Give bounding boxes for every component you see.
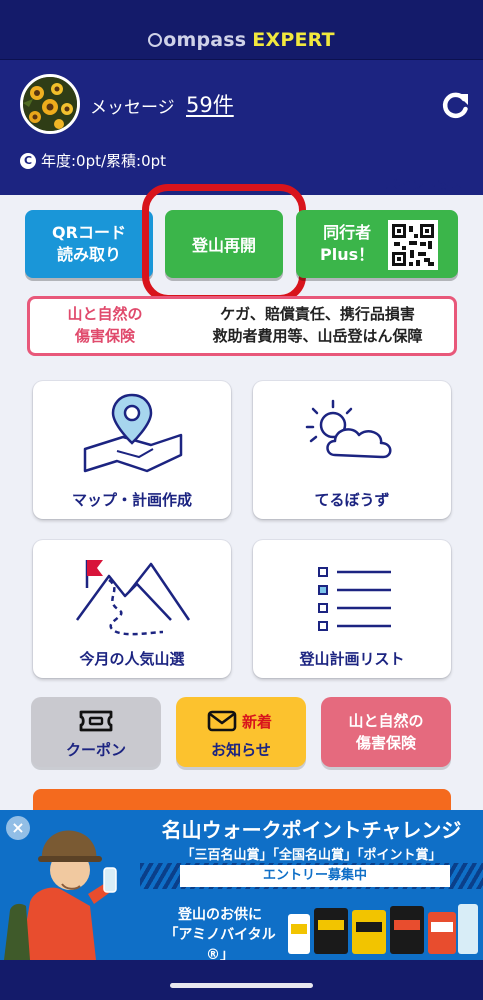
map-plan-tile[interactable]: マップ・計画作成 <box>33 381 231 519</box>
companion-plus-button[interactable]: 同行者 Plus！ <box>296 210 458 278</box>
points-text: 年度:0pt/累積:0pt <box>41 152 167 170</box>
status-bar <box>0 0 483 20</box>
insurance-desc-line-1: ケガ、賠償責任、携行品損害 <box>220 305 415 323</box>
teruboz-label: てるぼうず <box>314 491 390 509</box>
coupon-label: クーポン <box>65 741 126 759</box>
brand-expert-text: EXPERT <box>252 28 335 51</box>
insurance-button-line-1: 山と自然の <box>348 712 424 730</box>
ad-close-icon[interactable]: × <box>6 816 30 840</box>
refresh-icon[interactable] <box>440 90 470 120</box>
coupon-ticket-icon <box>79 710 113 732</box>
teruboz-tile[interactable]: てるぼうず <box>253 381 451 519</box>
notices-label: お知らせ <box>211 741 271 759</box>
points-guide-link[interactable]: ポイント案内 <box>385 175 463 194</box>
brand-compass-text: ompass <box>163 28 247 51</box>
insurance-button-line-2: 傷害保険 <box>355 734 416 752</box>
map-pin-icon <box>83 393 183 473</box>
insurance-title-line-2: 傷害保険 <box>74 327 135 345</box>
avatar-flowers-image <box>23 77 77 131</box>
ad-banner[interactable]: × 名山ウォークポイントチャレンジ 「三百名山賞」「全国名山賞」「ポイント賞」 … <box>0 810 483 960</box>
map-plan-label: マップ・計画作成 <box>71 491 192 509</box>
message-label: メッセージ <box>90 98 175 118</box>
product-lineup-image <box>288 904 478 954</box>
popular-mountains-tile[interactable]: 今月の人気山選 <box>33 540 231 678</box>
weather-cloud-sun-icon <box>305 399 392 459</box>
bottom-safe-area <box>0 960 483 1000</box>
qr-button-label-1: QRコード <box>52 223 126 242</box>
coupon-button[interactable]: クーポン <box>31 697 161 767</box>
ad-title: 名山ウォークポイントチャレンジ <box>161 818 462 842</box>
insurance-desc-line-2: 救助者費用等、山岳登はん保障 <box>212 327 423 345</box>
plan-list-tile[interactable]: 登山計画リスト <box>253 540 451 678</box>
insurance-title-line-1: 山と自然の <box>67 305 143 323</box>
companion-label-1: 同行者 <box>323 223 372 242</box>
insurance-banner[interactable]: 山と自然の 傷害保険 ケガ、賠償責任、携行品損害 救助者費用等、山岳登はん保障 <box>27 296 457 356</box>
qr-code-button[interactable]: QRコード 読み取り <box>25 210 153 278</box>
mail-icon <box>207 710 237 732</box>
qr-code-icon <box>388 220 438 270</box>
avatar[interactable] <box>20 74 80 134</box>
points-c-icon: C <box>20 152 36 169</box>
home-indicator[interactable] <box>170 983 313 988</box>
mountain-flag-icon <box>75 560 191 636</box>
message-count-link[interactable]: 59件 <box>186 89 234 119</box>
ad-promo-line-2: 「アミノバイタル®」 <box>164 927 276 960</box>
qr-button-label-2: 読み取り <box>56 245 121 264</box>
compass-c-icon <box>148 32 163 47</box>
highlight-ring <box>142 184 306 302</box>
ad-subtitle: 「三百名山賞」「全国名山賞」「ポイント賞」 <box>181 848 442 863</box>
ad-promo-line-1: 登山のお供に <box>178 907 262 923</box>
companion-label-2: Plus！ <box>320 245 375 264</box>
ad-entry-label: エントリー募集中 <box>180 865 450 887</box>
app-logo: ompass EXPERT <box>148 29 335 51</box>
checklist-icon <box>318 567 391 631</box>
new-badge: 新着 <box>242 713 273 731</box>
insurance-banner-description: ケガ、賠償責任、携行品損害 救助者費用等、山岳登はん保障 <box>180 303 455 347</box>
popular-mountains-label: 今月の人気山選 <box>79 650 185 668</box>
points-row: C 年度:0pt/累積:0pt <box>20 150 166 171</box>
insurance-button[interactable]: 山と自然の 傷害保険 <box>321 697 451 767</box>
insurance-banner-title: 山と自然の 傷害保険 <box>30 303 180 347</box>
notices-button[interactable]: 新着 お知らせ <box>176 697 306 767</box>
plan-list-label: 登山計画リスト <box>299 650 405 668</box>
ad-promo-text: 登山のお供に 「アミノバイタル®」 <box>160 905 280 960</box>
app-header: ompass EXPERT <box>0 20 483 60</box>
